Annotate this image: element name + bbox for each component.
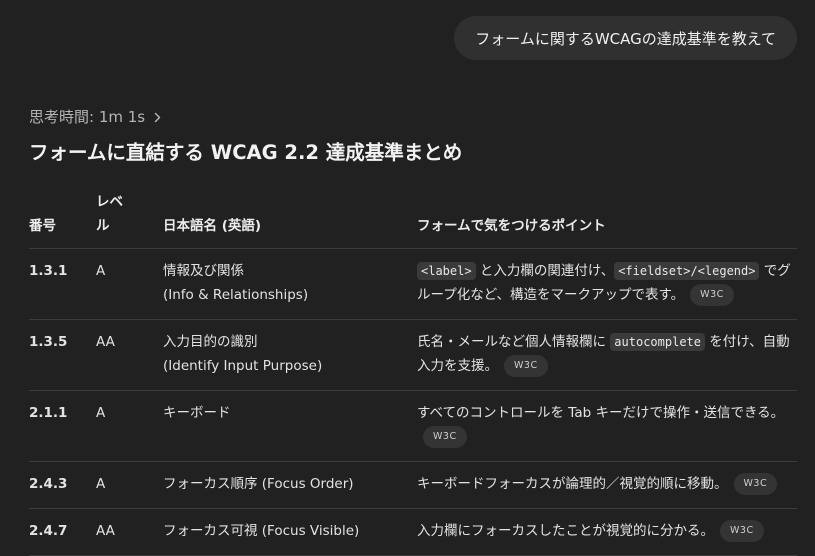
- cell-name: 入力目的の識別 (Identify Input Purpose): [163, 319, 417, 391]
- cell-name: フォーカス順序 (Focus Order): [163, 461, 417, 509]
- cell-name-en: (Info & Relationships): [163, 287, 309, 303]
- cell-name: キーボード: [163, 390, 417, 462]
- cell-point: キーボードフォーカスが論理的／視覚的順に移動。 W3C: [417, 461, 797, 509]
- inline-code: <fieldset>/<legend>: [614, 262, 760, 280]
- table-row: 1.3.1 A 情報及び関係 (Info & Relationships) <l…: [29, 248, 797, 320]
- citation-badge[interactable]: W3C: [720, 520, 764, 542]
- cell-number: 2.4.3: [29, 461, 96, 509]
- cell-number: 2.1.1: [29, 390, 96, 462]
- cell-level: A: [96, 390, 163, 462]
- header-name: 日本語名 (英語): [163, 190, 417, 249]
- citation-badge[interactable]: W3C: [733, 473, 778, 495]
- cell-name-ja: 入力目的の識別: [163, 334, 258, 350]
- point-text: 氏名・メールなど個人情報欄に: [417, 334, 611, 350]
- response-heading: フォームに直結する WCAG 2.2 達成基準まとめ: [29, 141, 463, 164]
- cell-name-en: (Identify Input Purpose): [163, 358, 323, 374]
- cell-level: AA: [96, 319, 163, 391]
- cell-level: A: [96, 461, 163, 509]
- cell-name-ja: 情報及び関係: [163, 263, 244, 279]
- table-row: 2.4.7 AA フォーカス可視 (Focus Visible) 入力欄にフォー…: [29, 508, 797, 556]
- cell-point: すべてのコントロールを Tab キーだけで操作・送信できる。 W3C: [417, 390, 797, 462]
- criteria-table-container: 番号 レベ ル 日本語名 (英語) フォームで気をつけるポイント 1.3.1 A…: [29, 190, 797, 556]
- header-level-line2: ル: [96, 218, 110, 234]
- cell-number: 2.4.7: [29, 508, 96, 556]
- cell-name: フォーカス可視 (Focus Visible): [163, 508, 417, 556]
- inline-code: <label>: [417, 262, 476, 280]
- criteria-table: 番号 レベ ル 日本語名 (英語) フォームで気をつけるポイント 1.3.1 A…: [29, 190, 797, 556]
- cell-number: 1.3.5: [29, 319, 96, 391]
- inline-code: autocomplete: [610, 333, 705, 351]
- citation-badge[interactable]: W3C: [504, 355, 548, 377]
- citation-badge[interactable]: W3C: [690, 284, 734, 306]
- chevron-right-icon: [151, 110, 164, 123]
- table-header-row: 番号 レベ ル 日本語名 (英語) フォームで気をつけるポイント: [29, 190, 797, 249]
- table-row: 2.1.1 A キーボード すべてのコントロールを Tab キーだけで操作・送信…: [29, 390, 797, 462]
- thinking-label: 思考時間: 1m 1s: [29, 108, 146, 126]
- cell-level: AA: [96, 508, 163, 556]
- point-text: 入力欄にフォーカスしたことが視覚的に分かる。: [417, 523, 714, 539]
- point-text: キーボードフォーカスが論理的／視覚的順に移動。: [417, 476, 728, 492]
- header-point: フォームで気をつけるポイント: [417, 190, 797, 249]
- header-level-line1: レベ: [96, 194, 123, 210]
- cell-number: 1.3.1: [29, 248, 96, 320]
- header-level: レベ ル: [96, 190, 163, 249]
- user-message-text: フォームに関するWCAGの達成基準を教えて: [475, 29, 776, 48]
- table-row: 2.4.3 A フォーカス順序 (Focus Order) キーボードフォーカス…: [29, 461, 797, 509]
- cell-point: 氏名・メールなど個人情報欄に autocomplete を付け、自動入力を支援。…: [417, 319, 797, 391]
- header-number: 番号: [29, 190, 96, 249]
- user-message-bubble: フォームに関するWCAGの達成基準を教えて: [454, 16, 797, 60]
- cell-level: A: [96, 248, 163, 320]
- cell-point: <label> と入力欄の関連付け、 <fieldset>/<legend> でグ…: [417, 248, 797, 320]
- point-text: と入力欄の関連付け、: [475, 263, 615, 279]
- cell-name: 情報及び関係 (Info & Relationships): [163, 248, 417, 320]
- table-row: 1.3.5 AA 入力目的の識別 (Identify Input Purpose…: [29, 319, 797, 391]
- point-text: すべてのコントロールを Tab キーだけで操作・送信できる。: [417, 405, 785, 421]
- cell-point: 入力欄にフォーカスしたことが視覚的に分かる。 W3C: [417, 508, 797, 556]
- citation-badge[interactable]: W3C: [423, 426, 467, 448]
- thinking-toggle[interactable]: 思考時間: 1m 1s: [29, 106, 164, 127]
